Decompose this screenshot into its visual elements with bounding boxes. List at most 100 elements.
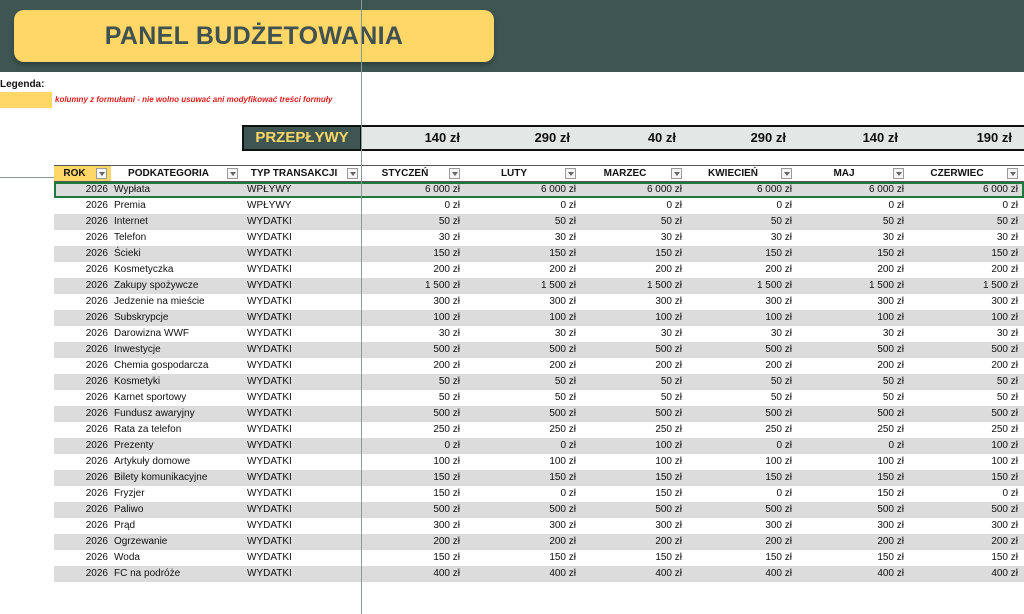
table-cell[interactable]: 200 zł: [580, 262, 682, 278]
table-cell[interactable]: WYDATKI: [247, 502, 367, 518]
table-cell[interactable]: 500 zł: [686, 406, 792, 422]
table-cell[interactable]: WYDATKI: [247, 214, 367, 230]
table-cell[interactable]: 50 zł: [580, 214, 682, 230]
table-cell[interactable]: 2026: [54, 470, 108, 486]
table-cell[interactable]: 2026: [54, 358, 108, 374]
table-cell[interactable]: 150 zł: [796, 486, 904, 502]
table-cell[interactable]: 300 zł: [362, 294, 460, 310]
table-cell[interactable]: 6 000 zł: [362, 182, 460, 198]
table-cell[interactable]: 150 zł: [362, 486, 460, 502]
table-cell[interactable]: WYDATKI: [247, 278, 367, 294]
table-cell[interactable]: 150 zł: [580, 550, 682, 566]
table-cell[interactable]: 1 500 zł: [464, 278, 576, 294]
table-row[interactable]: 2026 Subskrypcje WYDATKI 100 zł 100 zł 100 zł…: [54, 310, 1024, 326]
table-cell[interactable]: 500 zł: [686, 502, 792, 518]
table-cell[interactable]: 300 zł: [362, 518, 460, 534]
table-cell[interactable]: 500 zł: [580, 342, 682, 358]
table-cell[interactable]: Artykuły domowe: [114, 454, 245, 470]
table-cell[interactable]: 2026: [54, 310, 108, 326]
column-header[interactable]: LUTY: [464, 165, 580, 182]
table-cell[interactable]: 0 zł: [908, 486, 1018, 502]
filter-dropdown-icon[interactable]: [1007, 168, 1018, 179]
table-cell[interactable]: 50 zł: [686, 374, 792, 390]
table-cell[interactable]: 150 zł: [580, 470, 682, 486]
table-cell[interactable]: 2026: [54, 566, 108, 582]
table-cell[interactable]: 2026: [54, 550, 108, 566]
table-cell[interactable]: 0 zł: [464, 438, 576, 454]
table-cell[interactable]: 30 zł: [686, 230, 792, 246]
table-cell[interactable]: 150 zł: [908, 246, 1018, 262]
table-row[interactable]: 2026 Fundusz awaryjny WYDATKI 500 zł 500 zł 5…: [54, 406, 1024, 422]
table-cell[interactable]: WYDATKI: [247, 406, 367, 422]
table-cell[interactable]: 100 zł: [796, 454, 904, 470]
table-cell[interactable]: 200 zł: [686, 534, 792, 550]
table-cell[interactable]: 250 zł: [908, 422, 1018, 438]
table-cell[interactable]: 2026: [54, 294, 108, 310]
table-cell[interactable]: Bilety komunikacyjne: [114, 470, 245, 486]
table-cell[interactable]: 50 zł: [362, 214, 460, 230]
table-cell[interactable]: 500 zł: [796, 406, 904, 422]
table-cell[interactable]: 50 zł: [908, 390, 1018, 406]
table-cell[interactable]: 50 zł: [362, 374, 460, 390]
table-cell[interactable]: 6 000 zł: [464, 182, 576, 198]
table-cell[interactable]: WYDATKI: [247, 390, 367, 406]
table-cell[interactable]: 200 zł: [908, 262, 1018, 278]
table-cell[interactable]: 30 zł: [362, 230, 460, 246]
table-cell[interactable]: WYDATKI: [247, 486, 367, 502]
table-cell[interactable]: 500 zł: [908, 406, 1018, 422]
table-cell[interactable]: 2026: [54, 454, 108, 470]
table-cell[interactable]: Jedzenie na mieście: [114, 294, 245, 310]
table-cell[interactable]: 200 zł: [464, 262, 576, 278]
table-row[interactable]: 2026 Kosmetyki WYDATKI 50 zł 50 zł 50 zł 50 zł…: [54, 374, 1024, 390]
table-cell[interactable]: 200 zł: [580, 358, 682, 374]
table-cell[interactable]: WYDATKI: [247, 246, 367, 262]
table-cell[interactable]: 2026: [54, 374, 108, 390]
table-cell[interactable]: 0 zł: [796, 438, 904, 454]
table-cell[interactable]: 150 zł: [464, 550, 576, 566]
table-cell[interactable]: 500 zł: [908, 502, 1018, 518]
table-cell[interactable]: 200 zł: [580, 534, 682, 550]
table-cell[interactable]: 100 zł: [464, 454, 576, 470]
table-cell[interactable]: Woda: [114, 550, 245, 566]
table-cell[interactable]: 200 zł: [686, 262, 792, 278]
table-row[interactable]: 2026 Premia WPŁYWY 0 zł 0 zł 0 zł 0 zł 0 zł 0 zł: [54, 198, 1024, 214]
table-cell[interactable]: 300 zł: [464, 518, 576, 534]
table-cell[interactable]: 2026: [54, 406, 108, 422]
table-cell[interactable]: 400 zł: [686, 566, 792, 582]
table-row[interactable]: 2026 Fryzjer WYDATKI 150 zł 0 zł 150 zł 0 zł 15…: [54, 486, 1024, 502]
table-cell[interactable]: 500 zł: [796, 502, 904, 518]
table-cell[interactable]: 2026: [54, 342, 108, 358]
table-cell[interactable]: 2026: [54, 390, 108, 406]
table-cell[interactable]: Karnet sportowy: [114, 390, 245, 406]
table-cell[interactable]: 300 zł: [580, 518, 682, 534]
table-cell[interactable]: 0 zł: [686, 198, 792, 214]
table-cell[interactable]: 2026: [54, 518, 108, 534]
table-cell[interactable]: Paliwo: [114, 502, 245, 518]
table-cell[interactable]: 250 zł: [796, 422, 904, 438]
table-cell[interactable]: 50 zł: [908, 214, 1018, 230]
table-cell[interactable]: 30 zł: [908, 230, 1018, 246]
table-cell[interactable]: 150 zł: [796, 246, 904, 262]
filter-dropdown-icon[interactable]: [565, 168, 576, 179]
table-cell[interactable]: 50 zł: [686, 214, 792, 230]
table-cell[interactable]: 6 000 zł: [686, 182, 792, 198]
table-cell[interactable]: 200 zł: [796, 262, 904, 278]
table-cell[interactable]: 2026: [54, 486, 108, 502]
table-cell[interactable]: 2026: [54, 182, 108, 198]
table-cell[interactable]: 300 zł: [686, 518, 792, 534]
table-row[interactable]: 2026 Zakupy spożywcze WYDATKI 1 500 zł 1 500…: [54, 278, 1024, 294]
table-cell[interactable]: 1 500 zł: [580, 278, 682, 294]
table-cell[interactable]: 300 zł: [796, 294, 904, 310]
table-cell[interactable]: 100 zł: [796, 310, 904, 326]
table-cell[interactable]: Fryzjer: [114, 486, 245, 502]
table-cell[interactable]: 2026: [54, 534, 108, 550]
table-cell[interactable]: Prezenty: [114, 438, 245, 454]
table-cell[interactable]: 2026: [54, 246, 108, 262]
table-cell[interactable]: WYDATKI: [247, 438, 367, 454]
table-cell[interactable]: 150 zł: [686, 246, 792, 262]
table-cell[interactable]: WPŁYWY: [247, 198, 367, 214]
table-cell[interactable]: 0 zł: [908, 198, 1018, 214]
table-cell[interactable]: WYDATKI: [247, 422, 367, 438]
table-cell[interactable]: 100 zł: [908, 454, 1018, 470]
table-cell[interactable]: 500 zł: [464, 342, 576, 358]
